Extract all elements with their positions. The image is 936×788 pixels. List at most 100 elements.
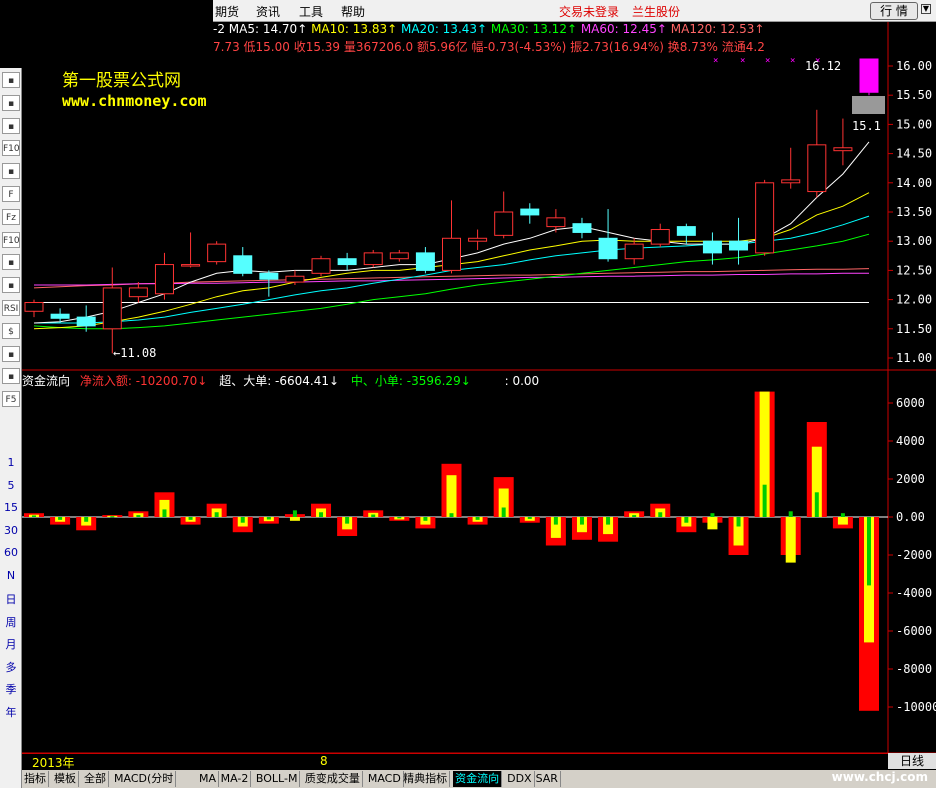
move-icon[interactable]: ▪ [2,345,20,362]
wave-icon[interactable]: ▪ [2,277,20,294]
period-1[interactable]: 1 [0,456,22,469]
period-5[interactable]: 60 [0,546,22,559]
stock-name: 兰生股份 [632,5,681,19]
menu-news[interactable]: 资讯 [256,3,280,20]
flow-tick-label: 4000 [896,434,925,448]
small-order-bar [397,517,402,519]
period-3[interactable]: 15 [0,501,22,514]
dropdown-icon[interactable]: ▼ [921,4,931,14]
candle-body [520,208,540,216]
small-order-bar [423,517,428,521]
small-order-label: 中、小单: -3596.29↓ [350,374,471,388]
menu-futures[interactable]: 期货 [215,3,239,20]
period-12[interactable]: 年 [0,704,22,720]
net-flow-bar [441,463,462,517]
marker-x: × [765,56,770,66]
tab-5[interactable]: MA-2 [219,771,252,787]
small-order-bar [58,517,63,520]
candle-body [50,313,70,319]
ma120-line [33,268,870,289]
tab-6[interactable]: BOLL-M [254,771,301,787]
f-icon[interactable]: F [2,186,20,202]
flow-tick-label: -8000 [896,662,932,676]
kline-chart[interactable]: 16.00 15.50 15.00 14.50 14.00 13.50 13.00 12.50… [0,0,936,788]
big-order-bar [55,517,66,522]
net-flow-bar [154,492,175,517]
dollar-icon[interactable]: $ [2,322,20,339]
login-status[interactable]: 交易未登录 [559,3,619,20]
tab-8[interactable]: MACD [366,771,404,787]
flow-tick-label: 6000 [896,396,925,410]
big-order-bar [263,517,274,522]
period-6[interactable]: N [0,569,22,582]
small-order-bar [319,512,324,517]
candle-body [807,144,827,193]
tab-2[interactable]: 全部 [82,771,109,787]
net-flow-bar [676,517,697,533]
big-order-bar [550,517,561,538]
candle-body [676,226,696,236]
pencil-icon[interactable]: ▪ [2,368,20,385]
big-order-bar [289,517,300,521]
flow-tick-label: -6000 [896,624,932,638]
big-order-bar [211,508,222,517]
period-8[interactable]: 周 [0,614,22,630]
f10b-icon[interactable]: F10 [2,231,20,248]
f10-icon[interactable]: F10 [2,140,20,157]
candle-body [781,179,801,184]
tab-0[interactable]: 指标 [22,771,49,787]
rsi-icon[interactable]: RSI [2,300,20,316]
period-2[interactable]: 5 [0,479,22,492]
candle-icon[interactable]: ▪ [2,94,20,111]
small-order-bar [762,484,767,517]
quote-button[interactable]: 行 情 [870,2,918,20]
tab-9[interactable]: 精典指标 [401,771,451,787]
candle-body [415,252,435,271]
f5-icon[interactable]: F5 [2,391,20,408]
fz-icon[interactable]: Fz [2,208,20,225]
price-tick-label: 12.50 [896,263,932,277]
tab-10[interactable]: 资金流向 [453,771,503,787]
small-order-bar [553,517,558,525]
price-tick-label: 15.00 [896,117,932,131]
candle-body [259,272,279,280]
net-flow-bar [284,514,305,517]
tab-1[interactable]: 模板 [52,771,79,787]
menu-tools[interactable]: 工具 [299,3,323,20]
period-9[interactable]: 月 [0,636,22,652]
net-flow-bar [493,477,514,517]
magnify-icon[interactable]: ▪ [2,254,20,271]
tab-12[interactable]: SAR [534,771,561,787]
big-order-bar [107,515,118,517]
net-flow-bar [519,517,540,523]
menu-help[interactable]: 帮助 [341,3,365,20]
big-order-bar [603,517,614,535]
period-day-button[interactable]: 日线 [888,753,936,769]
net-flow-bar [571,517,592,540]
price-tick-label: 11.00 [896,351,932,365]
period-7[interactable]: 日 [0,591,22,607]
tab-11[interactable]: DDX [505,771,535,787]
doc-icon[interactable]: ▪ [2,163,20,180]
ma-info-2: MA10: 13.83↑ [311,22,401,36]
chart-line-icon[interactable]: ▪ [2,72,20,88]
big-order-bar [472,517,483,522]
period-4[interactable]: 30 [0,524,22,537]
candle-body [729,240,749,251]
list-icon[interactable]: ▪ [2,117,20,134]
price-tick-label: 12.00 [896,293,932,307]
tab-4[interactable]: MA [197,771,220,787]
tab-3[interactable]: MACD(分时 [112,771,177,787]
net-flow-bar [859,517,879,711]
net-flow-bar [258,517,279,524]
last-price-box [852,96,885,114]
tab-7[interactable]: 质变成交量 [303,771,363,787]
quote-line: 7.73 低15.00 收15.39 量367206.0 额5.96亿 幅-0.… [213,40,765,54]
net-flow-bar [128,511,149,517]
big-order-bar [759,391,770,517]
year-label: 2013年 [32,756,75,770]
period-11[interactable]: 季 [0,681,22,697]
period-10[interactable]: 多 [0,659,22,675]
candle-body [468,237,488,242]
small-order-bar [240,517,245,523]
